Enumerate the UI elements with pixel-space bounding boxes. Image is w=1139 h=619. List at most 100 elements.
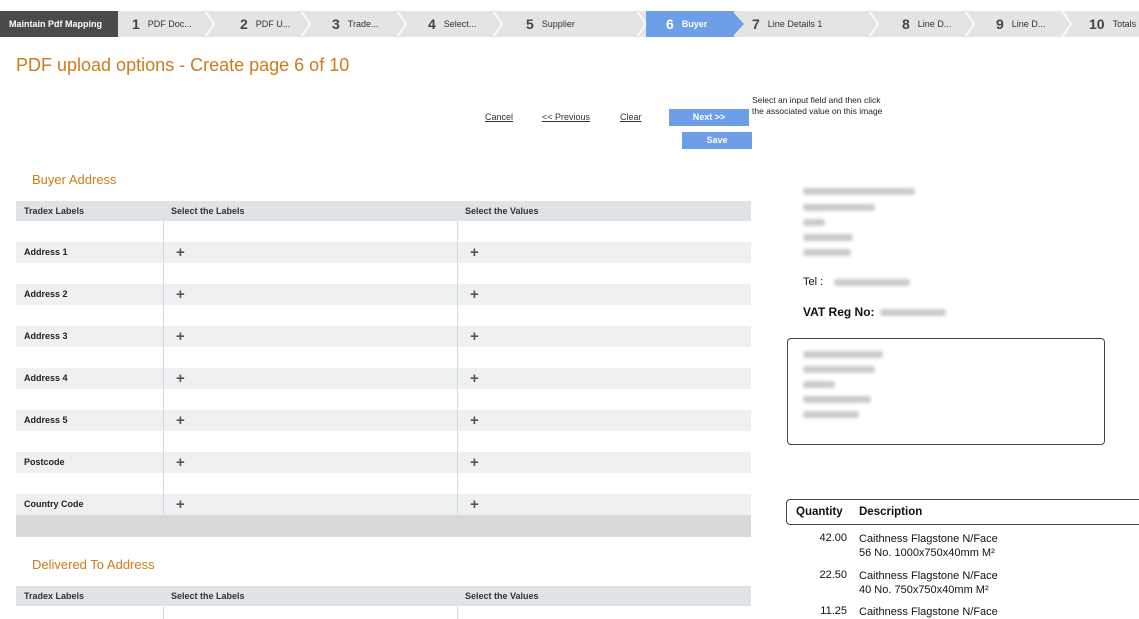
add-value-icon[interactable]: + — [470, 370, 479, 387]
add-label-icon[interactable]: + — [176, 328, 185, 345]
vat-label[interactable]: VAT Reg No: — [803, 305, 875, 319]
wizard-step-2[interactable]: 2 PDF U... — [214, 11, 311, 37]
previous-link[interactable]: << Previous — [542, 112, 590, 122]
redacted-text — [803, 411, 859, 418]
step-label: Line Details 1 — [767, 19, 823, 29]
add-label-icon[interactable]: + — [176, 286, 185, 303]
table-row: Address 1 + + — [16, 242, 751, 263]
next-button[interactable]: Next >> — [669, 109, 749, 126]
wizard-step-9[interactable]: 9 Line D... — [974, 11, 1072, 37]
wizard-step-8[interactable]: 8 Line D... — [878, 11, 975, 37]
add-value-icon[interactable]: + — [470, 496, 479, 513]
wizard-step-6[interactable]: 6 Buyer — [646, 11, 744, 37]
step-number: 9 — [996, 16, 1004, 32]
table-row: Country Code + + — [16, 494, 751, 515]
wizard-step-5[interactable]: 5 Supplier — [502, 11, 647, 37]
step-number: 5 — [526, 16, 534, 32]
add-value-icon[interactable]: + — [470, 328, 479, 345]
row-label: Address 5 — [24, 415, 68, 425]
page-title: PDF upload options - Create page 6 of 10 — [16, 55, 350, 75]
step-number: 4 — [428, 16, 436, 32]
description-header[interactable]: Description — [859, 506, 922, 518]
cancel-link[interactable]: Cancel — [485, 112, 513, 122]
redacted-text — [834, 279, 910, 286]
step-number: 2 — [240, 16, 248, 32]
spacer-row — [16, 221, 751, 242]
add-label-icon[interactable]: + — [176, 454, 185, 471]
add-label-icon[interactable]: + — [176, 370, 185, 387]
step-label: Line D... — [1011, 19, 1046, 29]
table-header: Tradex Labels Select the Labels Select t… — [16, 201, 751, 221]
spacer-row — [16, 347, 751, 368]
header-select-values: Select the Values — [465, 591, 539, 601]
line-qty[interactable]: 22.50 — [797, 569, 847, 581]
quantity-header[interactable]: Quantity — [796, 506, 843, 518]
step-number: 7 — [752, 16, 760, 32]
line-qty[interactable]: 42.00 — [797, 532, 847, 544]
add-label-icon[interactable]: + — [176, 412, 185, 429]
clear-link[interactable]: Clear — [620, 112, 642, 122]
buyer-address-title: Buyer Address — [32, 172, 117, 187]
header-select-labels: Select the Labels — [171, 591, 245, 601]
table-row: Address 2 + + — [16, 284, 751, 305]
redacted-text — [880, 309, 946, 316]
redacted-text — [803, 381, 835, 388]
row-label: Address 1 — [24, 247, 68, 257]
redacted-text — [803, 188, 915, 195]
line-desc[interactable]: Caithness Flagstone N/Face — [859, 605, 998, 619]
tel-label[interactable]: Tel : — [803, 276, 823, 288]
row-label: Address 3 — [24, 331, 68, 341]
line-desc[interactable]: Caithness Flagstone N/Face 56 No. 1000x7… — [859, 532, 998, 560]
redacted-text — [803, 366, 875, 373]
save-button[interactable]: Save — [682, 132, 752, 149]
step-label: Trade... — [347, 19, 379, 29]
add-value-icon[interactable]: + — [470, 412, 479, 429]
wizard-step-7[interactable]: 7 Line Details 1 — [734, 11, 879, 37]
add-value-icon[interactable]: + — [470, 244, 479, 261]
spacer-row — [16, 606, 751, 619]
delivered-address-title: Delivered To Address — [32, 557, 155, 572]
spacer-row — [16, 263, 751, 284]
add-value-icon[interactable]: + — [470, 286, 479, 303]
step-number: 1 — [132, 16, 140, 32]
step-label: Totals — [1112, 19, 1137, 29]
line-desc-1: Caithness Flagstone N/Face — [859, 570, 998, 582]
wizard-step-3[interactable]: 3 Trade... — [310, 11, 407, 37]
line-desc-1: Caithness Flagstone N/Face — [859, 533, 998, 545]
line-desc-2: 40 No. 750x750x40mm M² — [859, 584, 989, 596]
header-select-labels: Select the Labels — [171, 206, 245, 216]
redacted-text — [803, 234, 853, 241]
step-number: 10 — [1089, 16, 1105, 32]
table-header: Tradex Labels Select the Labels Select t… — [16, 586, 751, 606]
step-label: Select... — [443, 19, 477, 29]
table-row: Address 4 + + — [16, 368, 751, 389]
step-number: 8 — [902, 16, 910, 32]
add-label-icon[interactable]: + — [176, 244, 185, 261]
step-number: 6 — [666, 16, 674, 32]
table-footer — [16, 515, 751, 537]
buyer-address-table: Tradex Labels Select the Labels Select t… — [16, 201, 751, 537]
row-label: Address 4 — [24, 373, 68, 383]
row-label: Address 2 — [24, 289, 68, 299]
step-label: Line D... — [917, 19, 952, 29]
add-value-icon[interactable]: + — [470, 454, 479, 471]
spacer-row — [16, 389, 751, 410]
line-desc-1: Caithness Flagstone N/Face — [859, 606, 998, 618]
header-tradex-labels: Tradex Labels — [24, 591, 85, 601]
spacer-row — [16, 473, 751, 494]
spacer-row — [16, 305, 751, 326]
line-desc[interactable]: Caithness Flagstone N/Face 40 No. 750x75… — [859, 569, 998, 597]
step-label: PDF Doc... — [147, 19, 192, 29]
row-label: Country Code — [24, 499, 84, 509]
wizard-step-1[interactable]: 1 PDF Doc... — [118, 11, 215, 37]
redacted-text — [803, 204, 875, 211]
line-qty[interactable]: 11.25 — [797, 605, 847, 617]
add-label-icon[interactable]: + — [176, 496, 185, 513]
header-select-values: Select the Values — [465, 206, 539, 216]
step-label: Buyer — [681, 19, 708, 29]
wizard-step-10[interactable]: 10 Totals — [1071, 11, 1139, 37]
wizard-title[interactable]: Maintain Pdf Mapping — [0, 11, 118, 37]
wizard-step-4[interactable]: 4 Select... — [406, 11, 503, 37]
redacted-text — [803, 396, 871, 403]
table-row: Postcode + + — [16, 452, 751, 473]
